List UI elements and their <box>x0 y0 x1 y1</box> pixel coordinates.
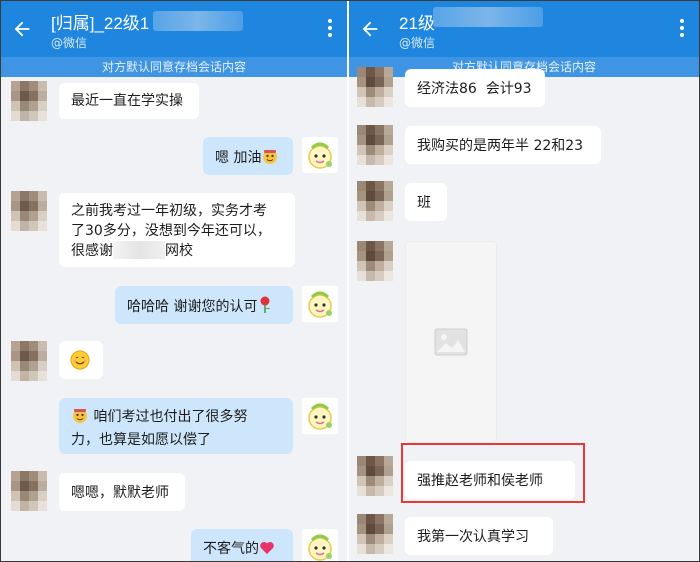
message-bubble[interactable]: 嗯嗯，默默老师 <box>59 473 185 511</box>
message-bubble[interactable]: 我第一次认真学习 <box>405 517 553 555</box>
archive-notice: 对方默认同意存档会话内容 <box>1 57 347 77</box>
right-chat-panel: 21级 @微信 对方默认同意存档会话内容 经济法86 会计93 我购买的是两年半… <box>349 1 699 561</box>
message-bubble[interactable]: 经济法86 会计93 <box>405 69 545 107</box>
blurred-title-region <box>153 11 243 31</box>
cartoon-avatar-icon <box>302 137 338 173</box>
screenshot-frame: [归属]_22级1 @微信 对方默认同意存档会话内容 最近一直在学实操 嗯 加油 <box>0 0 700 562</box>
avatar[interactable] <box>357 514 393 554</box>
my-avatar[interactable] <box>302 398 338 434</box>
message-bubble[interactable]: 不客气的 <box>191 529 293 561</box>
cartoon-avatar-icon <box>302 286 338 322</box>
message-bubble[interactable]: 嗯 加油 <box>203 137 293 175</box>
message-line: 之前我考过一年初级，实务才考 <box>71 203 267 219</box>
cartoon-avatar-icon <box>302 529 338 561</box>
bee-emoji-icon <box>71 406 89 430</box>
message-bubble[interactable]: 我购买的是两年半 22和23 <box>405 126 601 164</box>
chat-title: 21级 <box>399 14 435 33</box>
message-bubble[interactable]: 哈哈哈 谢谢您的认可 <box>115 286 293 324</box>
avatar[interactable] <box>11 471 47 511</box>
left-chat-panel: [归属]_22级1 @微信 对方默认同意存档会话内容 最近一直在学实操 嗯 加油 <box>1 1 347 561</box>
app-bar: [归属]_22级1 @微信 <box>1 1 347 57</box>
back-arrow-icon[interactable] <box>11 18 33 40</box>
image-icon <box>434 328 468 356</box>
chat-title: [归属]_22级1 <box>51 14 150 33</box>
cartoon-avatar-icon <box>302 398 338 434</box>
chat-subtitle: @微信 <box>399 36 436 50</box>
avatar[interactable] <box>357 67 393 107</box>
image-message[interactable] <box>405 241 497 443</box>
avatar[interactable] <box>11 81 47 121</box>
message-bubble[interactable]: 咱们考过也付出了很多努 力，也算是如愿以偿了 <box>59 398 293 454</box>
blurred-title-region <box>433 7 543 27</box>
avatar[interactable] <box>357 125 393 165</box>
app-bar: 21级 @微信 <box>349 1 699 57</box>
bee-emoji-icon <box>261 147 279 171</box>
heart-emoji-icon <box>259 540 275 561</box>
rose-emoji-icon <box>257 296 273 320</box>
message-line: 咱们考过也付出了很多努 <box>71 406 281 430</box>
avatar[interactable] <box>357 181 393 221</box>
more-options-icon[interactable] <box>679 19 685 41</box>
avatar[interactable] <box>357 241 393 281</box>
more-options-icon[interactable] <box>327 19 333 41</box>
avatar[interactable] <box>357 456 393 496</box>
message-bubble[interactable]: 班 <box>405 183 447 221</box>
message-bubble[interactable]: 之前我考过一年初级，实务才考 了30多分，没想到今年还可以， 很感谢 网校 <box>59 193 295 267</box>
chat-subtitle: @微信 <box>51 36 88 50</box>
my-avatar[interactable] <box>302 286 338 322</box>
message-line: 了30多分，没想到今年还可以， <box>71 223 271 239</box>
avatar[interactable] <box>11 191 47 231</box>
avatar[interactable] <box>11 341 47 381</box>
message-line: 很感谢 网校 <box>71 241 193 259</box>
my-avatar[interactable] <box>302 137 338 173</box>
message-bubble[interactable]: 最近一直在学实操 <box>59 83 199 119</box>
back-arrow-icon[interactable] <box>359 18 381 40</box>
smile-emoji-icon <box>70 350 90 370</box>
red-highlight-box <box>401 443 585 503</box>
message-bubble[interactable] <box>59 341 103 379</box>
my-avatar[interactable] <box>302 529 338 561</box>
message-line: 力，也算是如愿以偿了 <box>71 432 211 448</box>
masked-text <box>113 241 165 259</box>
